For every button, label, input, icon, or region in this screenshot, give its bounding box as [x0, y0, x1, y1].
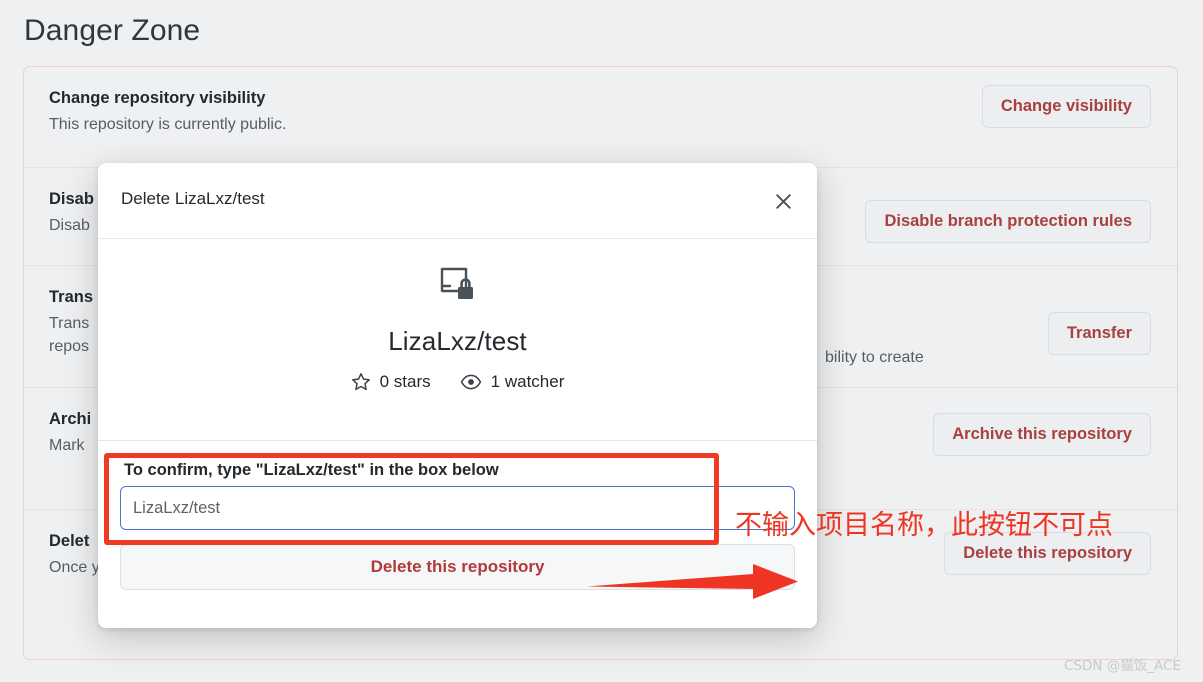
delete-repository-dialog: Delete LizaLxz/test LizaLxz/test 0 stars…	[98, 163, 817, 628]
eye-icon	[460, 372, 482, 392]
page-title: Danger Zone	[24, 14, 201, 47]
stars-count: 0 stars	[379, 372, 431, 391]
annotation-note: 不输入项目名称，此按钮不可点	[735, 510, 1113, 541]
dialog-header: Delete LizaLxz/test	[98, 163, 817, 239]
row-description-tail: bility to create	[825, 349, 924, 366]
confirm-repository-name-input[interactable]	[120, 486, 795, 530]
disable-branch-protection-button[interactable]: Disable branch protection rules	[865, 200, 1151, 243]
watermark: CSDN @猫饭_ACE	[1064, 658, 1181, 674]
star-icon	[351, 372, 371, 392]
danger-zone-row-visibility: Change repository visibility This reposi…	[24, 67, 1177, 167]
dialog-title: Delete LizaLxz/test	[121, 189, 265, 208]
change-visibility-button[interactable]: Change visibility	[981, 85, 1151, 128]
row-description: This repository is currently public.	[49, 116, 287, 134]
dialog-body: LizaLxz/test 0 stars 1 watcher	[98, 239, 817, 441]
close-icon[interactable]	[769, 187, 797, 215]
repo-locked-icon	[436, 264, 480, 313]
repository-full-name: LizaLxz/test	[388, 326, 527, 356]
watchers-stat: 1 watcher	[460, 372, 565, 392]
dialog-footer: To confirm, type "LizaLxz/test" in the b…	[98, 441, 817, 590]
transfer-button[interactable]: Transfer	[1047, 312, 1151, 355]
confirm-delete-repository-button[interactable]: Delete this repository	[120, 544, 795, 590]
confirm-label: To confirm, type "LizaLxz/test" in the b…	[124, 461, 499, 479]
watchers-count: 1 watcher	[490, 372, 565, 391]
repository-meta: 0 stars 1 watcher	[98, 372, 817, 392]
stars-stat: 0 stars	[351, 372, 431, 392]
archive-repository-button[interactable]: Archive this repository	[933, 413, 1151, 456]
